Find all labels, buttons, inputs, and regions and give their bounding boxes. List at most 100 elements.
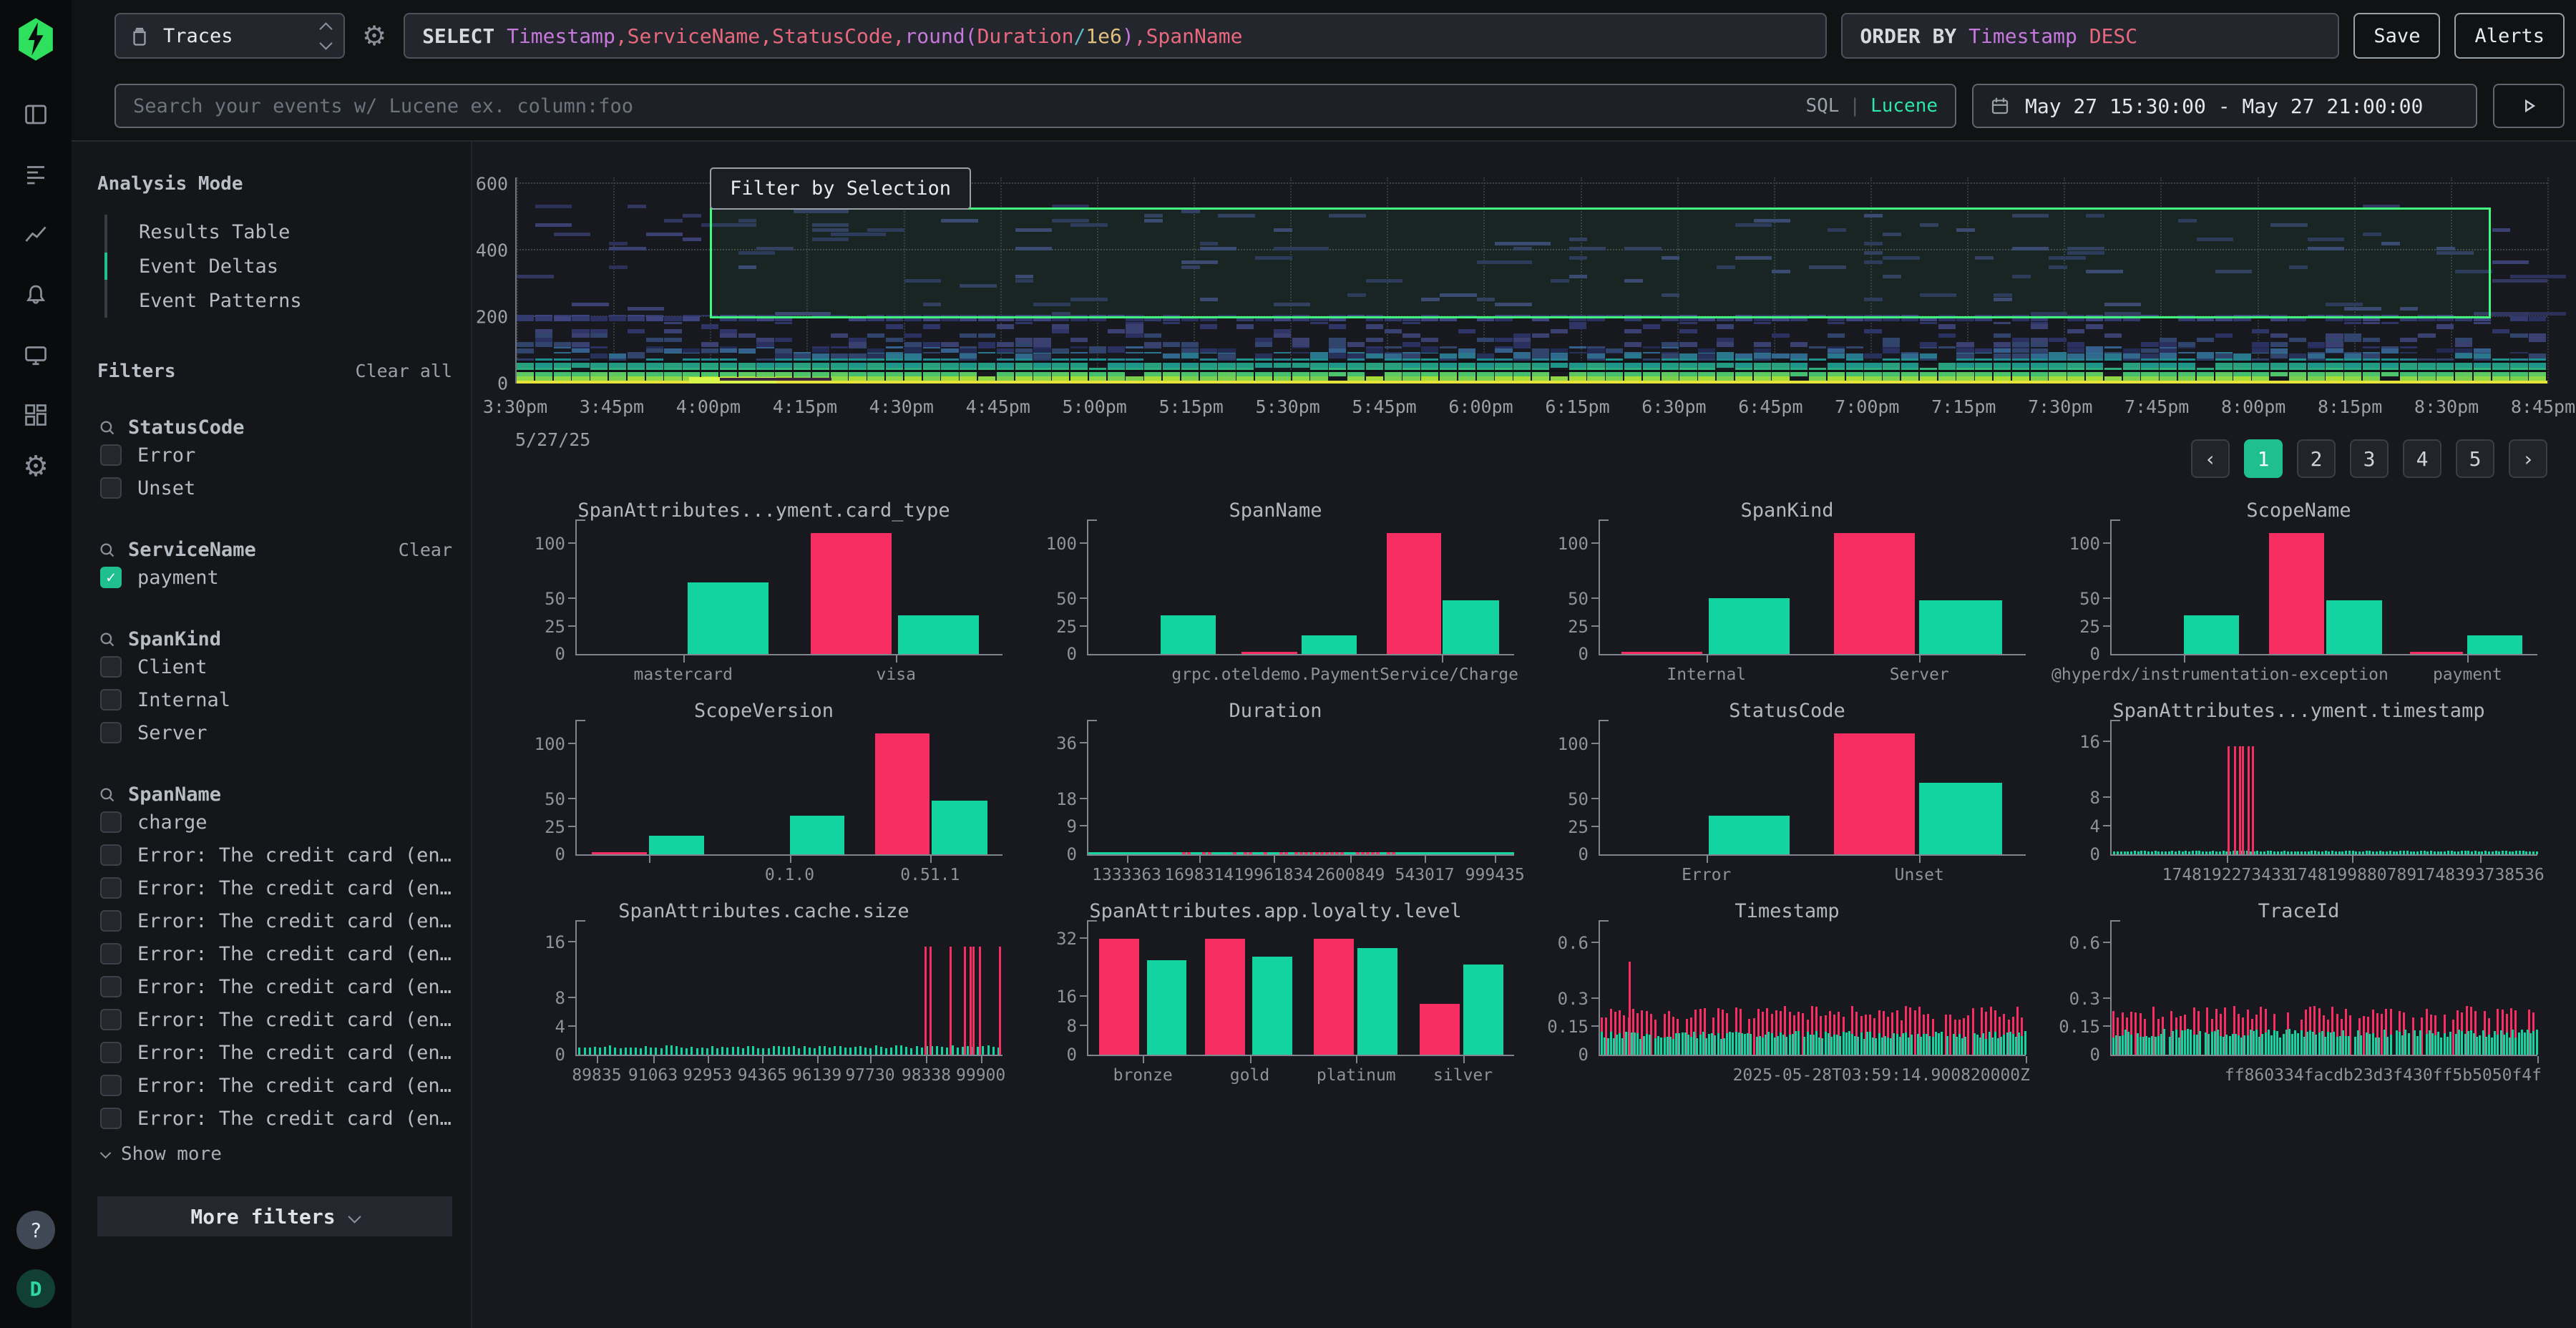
mini-chart-plot[interactable]: 02550100ErrorUnset — [1599, 731, 2026, 856]
settings-gear-icon[interactable]: ⚙ — [20, 451, 52, 482]
mini-chart-plot[interactable]: 0481617481922734331748199880789174839373… — [2110, 731, 2537, 856]
checkbox[interactable] — [100, 1108, 122, 1129]
more-filters-button[interactable]: More filters — [97, 1196, 452, 1236]
heatmap-cell — [1421, 376, 1438, 381]
analysis-mode-event-patterns[interactable]: Event Patterns — [107, 283, 452, 318]
sql-toggle[interactable]: SQL — [1805, 95, 1839, 117]
bar — [2279, 1038, 2281, 1055]
show-more-link[interactable]: Show more — [102, 1143, 452, 1165]
filter-option[interactable]: Error: The credit card (end… — [100, 1102, 452, 1135]
y-axis-label: 25 — [2079, 617, 2100, 637]
mini-chart-plot[interactable]: 02550100@hyperdx/instrumentation-excepti… — [2110, 531, 2537, 655]
mini-chart-plot[interactable]: 0918361333363169831419961834260084954301… — [1087, 731, 1514, 856]
heatmap-cell — [1292, 376, 1309, 381]
heatmap-cell — [1310, 353, 1327, 358]
bar — [2306, 1032, 2308, 1055]
lucene-toggle[interactable]: Lucene — [1870, 95, 1938, 117]
heatmap-cell — [1126, 329, 1143, 334]
mini-chart-plot[interactable]: 02550100grpc.oteldemo.PaymentService/Cha… — [1087, 531, 1514, 655]
bar — [788, 1047, 790, 1055]
filter-option[interactable]: Server — [100, 716, 452, 749]
filter-option[interactable]: Error: The credit card (end… — [100, 970, 452, 1003]
checkbox[interactable] — [100, 444, 122, 466]
clear-filter-link[interactable]: Clear — [399, 540, 452, 560]
filter-option[interactable]: Error: The credit card (end… — [100, 1036, 452, 1069]
mini-chart-plot[interactable]: 025501000.1.00.51.1 — [575, 731, 1002, 856]
chart-line-icon[interactable] — [20, 219, 52, 250]
filter-option[interactable]: charge — [100, 806, 452, 839]
filter-option[interactable]: Error — [100, 439, 452, 472]
checkbox[interactable] — [100, 910, 122, 932]
sessions-monitor-icon[interactable] — [20, 339, 52, 371]
checkbox[interactable] — [100, 943, 122, 965]
bar — [2419, 1030, 2421, 1055]
alerts-bell-icon[interactable] — [20, 279, 52, 311]
checkbox[interactable] — [100, 877, 122, 899]
alerts-button[interactable]: Alerts — [2454, 13, 2565, 59]
heatmap-plot[interactable]: 0200400600Filter by Selection — [515, 177, 2547, 384]
dashboards-grid-icon[interactable] — [20, 399, 52, 431]
checkbox[interactable] — [100, 689, 122, 711]
filter-option[interactable]: Error: The credit card (end… — [100, 1003, 452, 1036]
orderby-input[interactable]: ORDER BY Timestamp DESC — [1841, 13, 2339, 59]
page-button-4[interactable]: 4 — [2403, 439, 2441, 478]
bar — [599, 1048, 601, 1055]
checkbox[interactable] — [100, 1075, 122, 1096]
filter-by-selection-button[interactable]: Filter by Selection — [710, 167, 971, 210]
bar — [2144, 851, 2146, 854]
mini-chart-plot[interactable]: 0481689835910639295394365961399773098338… — [575, 932, 1002, 1056]
checkbox[interactable] — [100, 656, 122, 678]
x-axis-label: 2600849 — [1315, 866, 1385, 884]
source-settings-gear-icon[interactable]: ⚙ — [362, 20, 386, 52]
filter-option[interactable]: Error: The credit card (end… — [100, 872, 452, 904]
filter-option[interactable]: Client — [100, 650, 452, 683]
heatmap-cell — [1828, 346, 1845, 348]
logs-list-icon[interactable] — [20, 159, 52, 190]
run-query-button[interactable] — [2493, 84, 2565, 128]
checkbox[interactable]: ✓ — [100, 567, 122, 588]
save-button[interactable]: Save — [2353, 13, 2440, 59]
heatmap-cell — [535, 329, 552, 334]
x-axis-label: bronze — [1113, 1066, 1173, 1085]
clear-all-link[interactable]: Clear all — [356, 361, 452, 381]
search-input[interactable]: Search your events w/ Lucene ex. column:… — [114, 84, 1956, 128]
checkbox[interactable] — [100, 1042, 122, 1063]
help-button[interactable]: ? — [16, 1211, 55, 1249]
checkbox[interactable] — [100, 477, 122, 499]
checkbox[interactable] — [100, 976, 122, 997]
checkbox[interactable] — [100, 722, 122, 743]
source-select[interactable]: Traces — [114, 13, 345, 59]
mini-chart-plot[interactable]: 02550100mastercardvisa — [575, 531, 1002, 655]
bar — [1233, 852, 1236, 854]
page-button-5[interactable]: 5 — [2456, 439, 2494, 478]
mini-chart-plot[interactable]: 00.150.30.62025-05-28T03:59:14.900820000… — [1599, 932, 2026, 1056]
rail-bottom: ? D — [16, 1211, 55, 1308]
filter-option[interactable]: Unset — [100, 472, 452, 504]
analysis-mode-event-deltas[interactable]: Event Deltas — [107, 249, 452, 283]
panel-layout-icon[interactable] — [20, 99, 52, 130]
page-prev-button[interactable]: ‹ — [2191, 439, 2230, 478]
filter-option[interactable]: Error: The credit card (end… — [100, 839, 452, 872]
date-range-picker[interactable]: May 27 15:30:00 - May 27 21:00:00 — [1972, 84, 2477, 128]
bar — [2326, 600, 2381, 654]
heatmap-cell — [1717, 353, 1734, 358]
mini-chart-plot[interactable]: 081632bronzegoldplatinumsilver — [1087, 932, 1514, 1056]
analysis-mode-results-table[interactable]: Results Table — [107, 215, 452, 249]
filter-option[interactable]: Internal — [100, 683, 452, 716]
filter-option[interactable]: ✓payment — [100, 561, 452, 594]
avatar[interactable]: D — [16, 1269, 55, 1308]
page-button-1[interactable]: 1 — [2244, 439, 2283, 478]
page-button-2[interactable]: 2 — [2297, 439, 2336, 478]
hyperdx-logo-icon[interactable] — [15, 17, 57, 62]
checkbox[interactable] — [100, 811, 122, 833]
page-button-3[interactable]: 3 — [2350, 439, 2389, 478]
filter-option[interactable]: Error: The credit card (end… — [100, 937, 452, 970]
mini-chart-plot[interactable]: 02550100InternalServer — [1599, 531, 2026, 655]
page-next-button[interactable]: › — [2509, 439, 2547, 478]
select-query-input[interactable]: SELECT Timestamp,ServiceName,StatusCode,… — [404, 13, 1827, 59]
filter-option[interactable]: Error: The credit card (end… — [100, 1069, 452, 1102]
checkbox[interactable] — [100, 1009, 122, 1030]
checkbox[interactable] — [100, 844, 122, 866]
filter-option[interactable]: Error: The credit card (end… — [100, 904, 452, 937]
mini-chart-plot[interactable]: 00.150.30.6ff860334facdb23d3f430ff5b5050… — [2110, 932, 2537, 1056]
